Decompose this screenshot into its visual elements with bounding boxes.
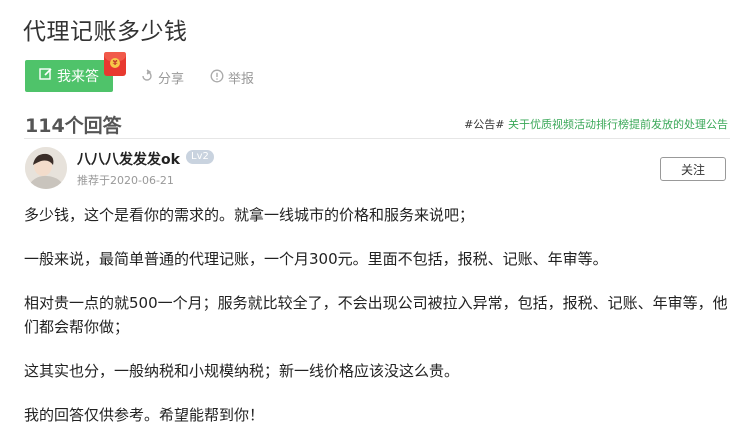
notice-link[interactable]: 关于优质视频活动排行榜提前发放的处理公告 [508, 118, 728, 131]
follow-button[interactable]: 关注 [660, 157, 726, 181]
answer-content: 多少钱，这个是看你的需求的。就拿一线城市的价格和服务来说吧； 一般来说，最简单普… [24, 203, 736, 447]
answer-button-label: 我来答 [57, 69, 99, 85]
share-button[interactable]: 分享 [140, 68, 184, 87]
share-label: 分享 [158, 72, 185, 87]
answer-paragraph: 一般来说，最简单普通的代理记账，一个月300元。里面不包括，报税、记账、年审等。 [24, 250, 608, 268]
answer-paragraph: 我的回答仅供参考。希望能帮到你！ [24, 406, 265, 424]
report-button[interactable]: 举报 [210, 68, 254, 87]
avatar[interactable] [25, 147, 67, 189]
red-packet-icon[interactable]: ¥ [104, 52, 126, 76]
answer-count: 114个回答 [25, 115, 122, 137]
warning-icon [210, 69, 224, 87]
answer-paragraph: 相对贵一点的就500一个月；服务就比较全了，不会出现公司被拉入异常，包括，报税、… [24, 294, 728, 336]
edit-icon [39, 67, 53, 85]
answer-paragraph: 多少钱，这个是看你的需求的。就拿一线城市的价格和服务来说吧； [24, 206, 475, 224]
answer-date: 推荐于2020-06-21 [77, 174, 174, 187]
level-badge: Lv2 [186, 150, 214, 164]
share-icon [140, 68, 154, 87]
report-label: 举报 [228, 72, 255, 87]
divider [24, 138, 730, 139]
notice-banner: #公告# 关于优质视频活动排行榜提前发放的处理公告 [464, 116, 728, 132]
answer-paragraph: 这其实也分，一般纳税和小规模纳税；新一线价格应该没这么贵。 [24, 362, 460, 380]
page-title: 代理记账多少钱 [23, 19, 188, 45]
username[interactable]: 八八八发发发ok [77, 149, 180, 169]
notice-tag: #公告# [464, 118, 505, 131]
answer-button[interactable]: 我来答 [25, 60, 113, 92]
